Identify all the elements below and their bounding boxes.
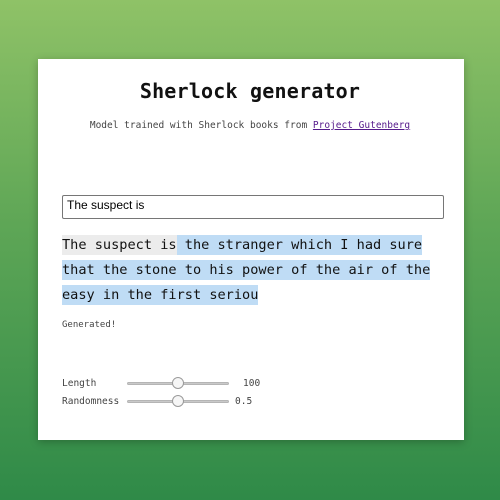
randomness-label: Randomness — [62, 396, 120, 407]
page-subtitle: Model trained with Sherlock books from P… — [0, 120, 500, 131]
length-label: Length — [62, 378, 97, 389]
status-text: Generated! — [62, 320, 117, 330]
length-slider[interactable] — [127, 377, 229, 389]
length-slider-thumb[interactable] — [172, 377, 184, 389]
project-gutenberg-link[interactable]: Project Gutenberg — [313, 120, 410, 131]
subtitle-text: Model trained with Sherlock books from — [89, 120, 313, 131]
page-title: Sherlock generator — [139, 79, 361, 103]
generated-output: The suspect is the stranger which I had … — [62, 233, 442, 308]
randomness-slider[interactable] — [127, 395, 229, 407]
randomness-slider-thumb[interactable] — [172, 395, 184, 407]
length-value: 100 — [243, 378, 261, 389]
seed-text: The suspect is — [62, 235, 177, 255]
randomness-value: 0.5 — [235, 396, 253, 407]
prompt-input[interactable] — [62, 195, 444, 219]
